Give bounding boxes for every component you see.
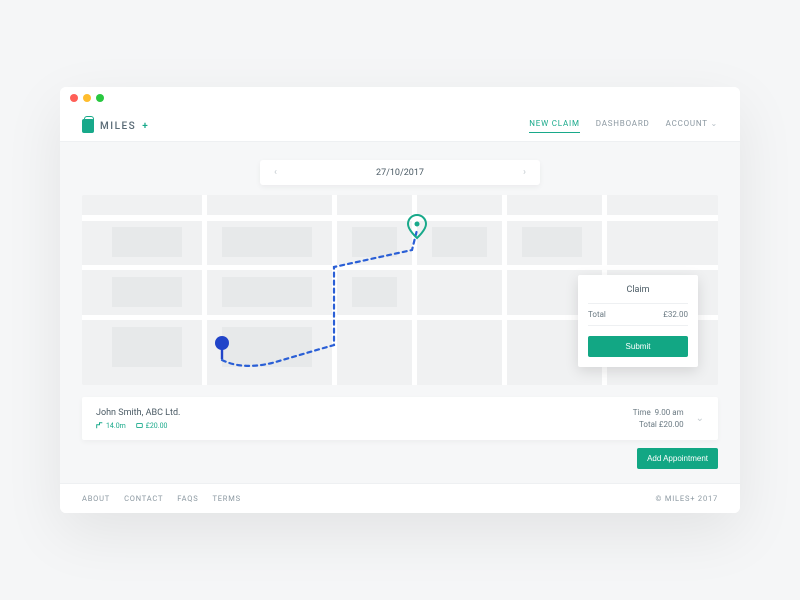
main-nav: NEW CLAIM DASHBOARD ACCOUNT <box>529 119 718 133</box>
route-icon <box>96 422 103 429</box>
footer-links: ABOUT CONTACT FAQS TERMS <box>82 494 241 503</box>
brand-suffix: + <box>142 121 149 132</box>
window-minimize-icon[interactable] <box>83 94 91 102</box>
submit-button[interactable]: Submit <box>588 336 688 357</box>
footer-contact[interactable]: CONTACT <box>124 494 163 503</box>
appointment-summary: Time 9.00 am Total £20.00 ⌄ <box>633 407 704 429</box>
add-row: Add Appointment <box>82 448 718 469</box>
claim-total-label: Total <box>588 310 606 319</box>
brand-name: MILES <box>100 121 136 132</box>
nav-new-claim[interactable]: NEW CLAIM <box>529 119 580 133</box>
appointment-cost: £20.00 <box>136 422 168 430</box>
claim-title: Claim <box>588 285 688 295</box>
add-appointment-button[interactable]: Add Appointment <box>637 448 718 469</box>
map-container: Claim Total £32.00 Submit <box>82 195 718 385</box>
appointment-distance: 14.0m <box>96 422 126 430</box>
nav-dashboard[interactable]: DASHBOARD <box>596 119 650 133</box>
footer-terms[interactable]: TERMS <box>212 494 240 503</box>
footer-about[interactable]: ABOUT <box>82 494 110 503</box>
price-icon <box>136 422 143 429</box>
date-prev-icon[interactable]: ‹ <box>274 167 277 178</box>
appointment-meta: 14.0m £20.00 <box>96 422 180 430</box>
appointment-card[interactable]: John Smith, ABC Ltd. 14.0m £20.00 Time 9… <box>82 397 718 439</box>
date-next-icon[interactable]: › <box>523 167 526 178</box>
footer: ABOUT CONTACT FAQS TERMS © MILES+ 2017 <box>60 483 740 513</box>
content-area: ‹ 27/10/2017 › <box>60 142 740 482</box>
topbar: MILES + NEW CLAIM DASHBOARD ACCOUNT <box>60 109 740 142</box>
date-picker: ‹ 27/10/2017 › <box>260 160 540 185</box>
appointment-info: John Smith, ABC Ltd. 14.0m £20.00 <box>96 408 180 430</box>
window-close-icon[interactable] <box>70 94 78 102</box>
date-value[interactable]: 27/10/2017 <box>376 168 424 178</box>
footer-faqs[interactable]: FAQS <box>177 494 198 503</box>
claim-total-row: Total £32.00 <box>588 303 688 326</box>
appointment-name: John Smith, ABC Ltd. <box>96 408 180 418</box>
app-window: MILES + NEW CLAIM DASHBOARD ACCOUNT ‹ 27… <box>60 87 740 512</box>
window-titlebar <box>60 87 740 109</box>
claim-card: Claim Total £32.00 Submit <box>578 275 698 367</box>
footer-copyright: © MILES+ 2017 <box>656 494 718 503</box>
brand: MILES + <box>82 119 149 133</box>
claim-total-value: £32.00 <box>663 310 688 319</box>
window-maximize-icon[interactable] <box>96 94 104 102</box>
nav-account[interactable]: ACCOUNT <box>666 119 718 133</box>
chevron-down-icon[interactable]: ⌄ <box>696 412 704 426</box>
logo-icon <box>82 119 94 133</box>
